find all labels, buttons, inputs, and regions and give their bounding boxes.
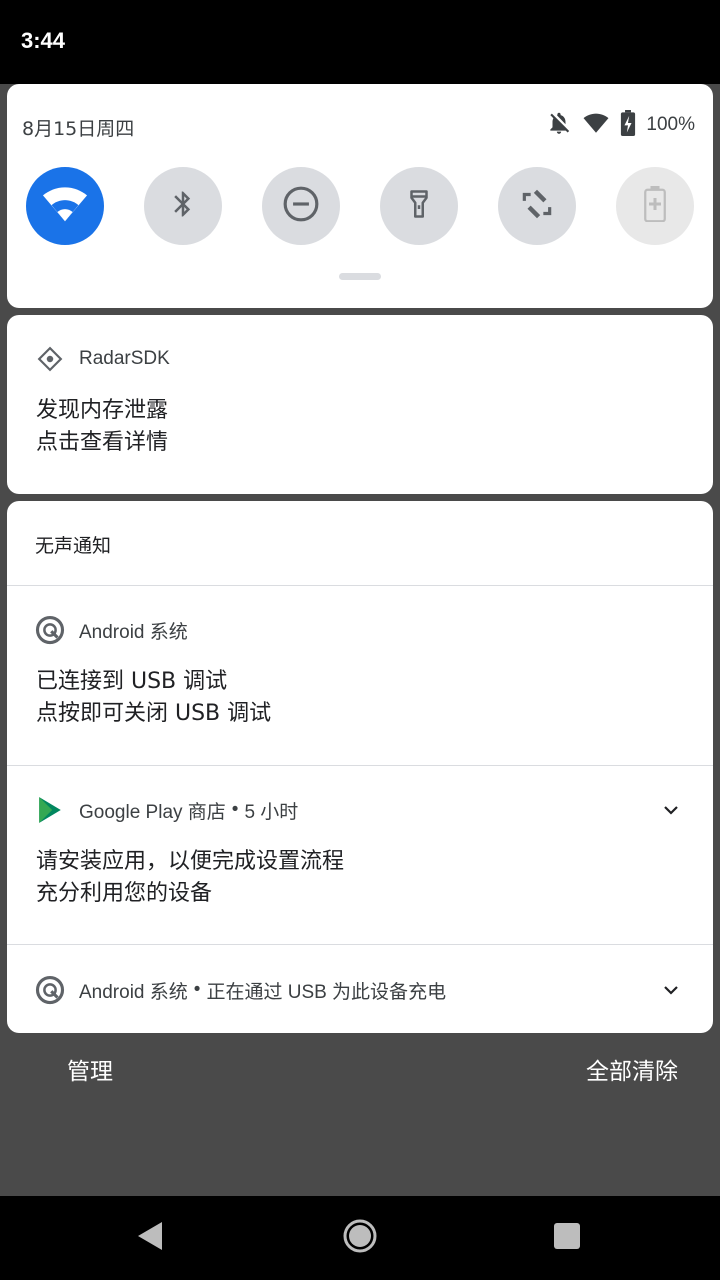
notification-header: RadarSDK xyxy=(35,344,170,374)
notification-body: 发现内存泄露 点击查看详情 xyxy=(36,395,168,459)
recents-button[interactable] xyxy=(545,1216,589,1260)
qs-drag-handle[interactable] xyxy=(339,273,381,280)
android-system-icon xyxy=(35,615,65,645)
battery-saver-tile[interactable] xyxy=(616,167,694,245)
clear-all-button[interactable]: 全部清除 xyxy=(586,1052,678,1086)
back-icon xyxy=(136,1221,164,1255)
home-button[interactable] xyxy=(338,1216,382,1260)
notification-app-name: RadarSDK xyxy=(79,348,170,369)
flashlight-tile[interactable] xyxy=(380,167,458,245)
back-button[interactable] xyxy=(128,1216,172,1260)
notification-body: 已连接到 USB 调试 点按即可关闭 USB 调试 xyxy=(36,666,271,730)
battery-charging-icon xyxy=(620,110,636,140)
qs-tiles xyxy=(7,167,713,245)
silent-section-header: 无声通知 xyxy=(35,535,112,557)
radar-icon xyxy=(35,344,65,374)
bluetooth-tile[interactable] xyxy=(144,167,222,245)
notification-app-name: Android 系统 xyxy=(79,981,188,1003)
notification-usb-debugging[interactable]: Android 系统 已连接到 USB 调试 点按即可关闭 USB 调试 xyxy=(7,586,713,765)
notification-header: Android 系统 xyxy=(35,615,188,645)
wifi-tile[interactable] xyxy=(26,167,104,245)
notification-text: 点击查看详情 xyxy=(36,430,169,455)
navigation-bar xyxy=(0,1196,720,1280)
notification-text: 充分利用您的设备 xyxy=(36,881,213,906)
flashlight-icon xyxy=(404,186,434,226)
bluetooth-icon xyxy=(168,187,198,225)
battery-saver-icon xyxy=(643,186,667,226)
wifi-icon xyxy=(42,184,88,228)
separator-dot: • xyxy=(231,799,239,820)
auto-rotate-tile[interactable] xyxy=(498,167,576,245)
quick-settings-panel: 8月15日周四 100% xyxy=(7,84,713,308)
notification-header: Google Play 商店 • 5 小时 xyxy=(35,795,298,825)
auto-rotate-icon xyxy=(518,185,556,227)
notification-header: Android 系统 • 正在通过 USB 为此设备充电 xyxy=(35,975,446,1005)
notification-google-play[interactable]: Google Play 商店 • 5 小时 请安装应用，以便完成设置流程 充分利… xyxy=(7,766,713,944)
do-not-disturb-icon xyxy=(282,185,320,227)
notification-title: 已连接到 USB 调试 xyxy=(36,669,228,694)
android-system-icon xyxy=(35,975,65,1005)
notification-time: 5 小时 xyxy=(244,801,299,823)
expand-chevron-icon[interactable] xyxy=(659,798,683,822)
battery-percent: 100% xyxy=(646,114,695,135)
qs-status-icons: 100% xyxy=(546,110,695,140)
wifi-signal-icon xyxy=(582,110,610,140)
notification-title: 请安装应用，以便完成设置流程 xyxy=(36,849,345,874)
separator-dot: • xyxy=(193,979,201,1000)
qs-date[interactable]: 8月15日周四 xyxy=(22,114,134,141)
notification-text: 点按即可关闭 USB 调试 xyxy=(36,701,272,726)
notification-body: 请安装应用，以便完成设置流程 充分利用您的设备 xyxy=(36,846,344,910)
notification-title: 发现内存泄露 xyxy=(36,398,169,423)
do-not-disturb-tile[interactable] xyxy=(262,167,340,245)
notification-app-name: Google Play 商店 xyxy=(79,801,226,823)
status-bar: 3:44 xyxy=(0,0,720,84)
notification-text: 正在通过 USB 为此设备充电 xyxy=(206,981,447,1003)
home-icon xyxy=(343,1219,377,1257)
silent-notifications-group: 无声通知 Android 系统 已连接到 USB 调试 点按即可关闭 USB 调… xyxy=(7,501,713,1033)
status-time: 3:44 xyxy=(21,28,66,53)
notification-app-name: Android 系统 xyxy=(79,621,188,643)
notifications-muted-icon xyxy=(546,110,572,140)
expand-chevron-icon[interactable] xyxy=(659,978,683,1002)
manage-button[interactable]: 管理 xyxy=(67,1052,113,1086)
notification-usb-charging[interactable]: Android 系统 • 正在通过 USB 为此设备充电 xyxy=(7,945,713,1033)
notification-radarsdk[interactable]: RadarSDK 发现内存泄露 点击查看详情 xyxy=(7,315,713,494)
recents-icon xyxy=(553,1222,581,1254)
google-play-icon xyxy=(35,795,65,825)
